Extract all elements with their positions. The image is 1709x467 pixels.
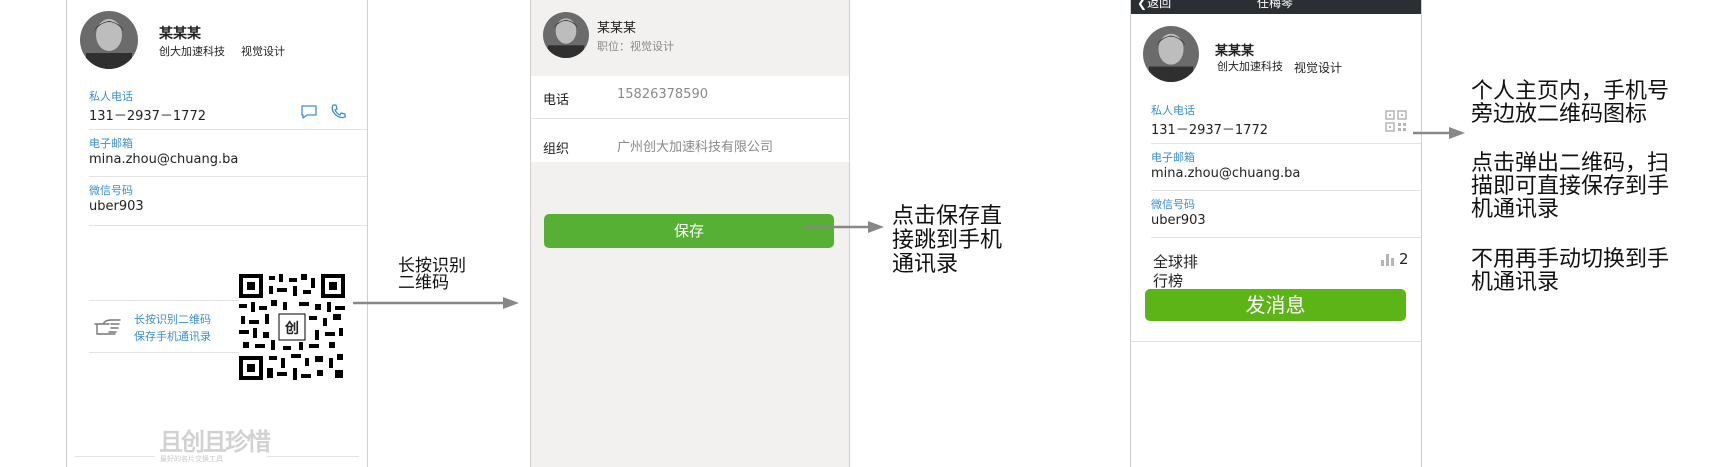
- flow-arrow: [1413, 125, 1465, 145]
- phone-label: 电话: [543, 93, 570, 108]
- position-text: 职位：视觉设计: [597, 40, 674, 53]
- avatar[interactable]: [80, 11, 138, 69]
- ranking-count: 2: [1399, 250, 1409, 268]
- annotation-3-p3-line1: 不用再手动切换到手: [1471, 247, 1670, 272]
- annotation-2-line3: 通讯录: [892, 252, 959, 277]
- divider: [1131, 341, 1421, 342]
- phone-value[interactable]: 131－2937－1772: [89, 105, 206, 124]
- annotation-2-line1: 点击保存直: [892, 204, 1003, 229]
- back-chevron-icon: ❮: [1137, 0, 1148, 10]
- phone-value[interactable]: 15826378590: [617, 87, 708, 102]
- wechat-label: 微信号码: [1151, 198, 1195, 211]
- email-value[interactable]: mina.zhou@chuang.ba: [89, 152, 238, 167]
- ranking-row[interactable]: 全球排 行榜 2: [1131, 240, 1421, 290]
- screen-2-save-contact: 某某某 职位：视觉设计 电话 15826378590 组织 广州创大加速科技有限…: [530, 0, 850, 467]
- divider: [1151, 237, 1421, 238]
- watermark-logo: 且创且珍惜: [159, 428, 271, 456]
- divider: [89, 352, 259, 353]
- divider: [267, 456, 359, 457]
- name-text: 某某某: [597, 21, 637, 36]
- name-text: 某某某: [1215, 44, 1255, 59]
- wechat-value[interactable]: uber903: [1151, 213, 1206, 228]
- avatar[interactable]: [1143, 26, 1199, 82]
- email-label: 电子邮箱: [89, 137, 133, 150]
- org-value[interactable]: 广州创大加速科技有限公司: [617, 136, 773, 155]
- avatar: [543, 12, 589, 58]
- annotation-3-p2-line1: 点击弹出二维码，扫: [1471, 151, 1670, 176]
- wechat-value[interactable]: uber903: [89, 199, 144, 214]
- save-button-label: 保存: [673, 222, 704, 240]
- divider: [89, 129, 367, 130]
- qr-code[interactable]: 创: [239, 274, 345, 380]
- bar-chart-icon: [1381, 251, 1395, 270]
- qr-logo: 创: [285, 321, 299, 337]
- phone-label: 私人电话: [1151, 104, 1195, 117]
- annotation-3-p2-line2: 描即可直接保存到手: [1471, 174, 1670, 199]
- divider: [1151, 190, 1421, 191]
- ranking-label-line2: 行榜: [1153, 272, 1184, 290]
- phone-value[interactable]: 131－2937－1772: [1151, 119, 1268, 138]
- company-text: 创大加速科技: [1217, 60, 1283, 73]
- annotation-3-p1-line2: 旁边放二维码图标: [1471, 102, 1648, 127]
- contact-fields-panel: 电话 15826378590 组织 广州创大加速科技有限公司: [531, 76, 849, 162]
- divider: [531, 118, 849, 119]
- wechat-label: 微信号码: [89, 184, 133, 197]
- hand-pointer-icon: [93, 314, 123, 342]
- back-button[interactable]: ❮返回: [1137, 0, 1171, 11]
- header-title: 任梅琴: [1257, 0, 1294, 10]
- divider: [89, 176, 367, 177]
- annotation-1-line2: 二维码: [398, 273, 449, 293]
- email-label: 电子邮箱: [1151, 151, 1195, 164]
- role-text: 视觉设计: [1294, 61, 1343, 75]
- top-nav-bar: ❮返回 任梅琴: [1131, 0, 1421, 14]
- watermark-subtitle: 最好的名片交换工具: [160, 455, 223, 463]
- ranking-label-line1: 全球排: [1153, 253, 1199, 271]
- annotation-3-p3-line2: 机通讯录: [1471, 270, 1560, 295]
- screen-3-profile-page: ❮返回 任梅琴 某某某 创大加速科技 视觉设计 私人电话 131－2937－17…: [1130, 0, 1422, 467]
- phone-label: 私人电话: [89, 90, 133, 103]
- send-message-button[interactable]: 发消息: [1145, 289, 1406, 321]
- screen-1-card-page: 某某某 创大加速科技 视觉设计 私人电话 131－2937－1772 电子邮箱 …: [66, 0, 368, 467]
- divider: [75, 456, 155, 457]
- qr-hint-line1: 长按识别二维码: [134, 313, 211, 326]
- name-text: 某某某: [159, 26, 201, 42]
- send-message-label: 发消息: [1245, 293, 1306, 317]
- email-value[interactable]: mina.zhou@chuang.ba: [1151, 166, 1300, 181]
- back-label: 返回: [1147, 0, 1172, 10]
- divider: [89, 225, 367, 226]
- qr-code-icon[interactable]: [1385, 110, 1407, 136]
- phone-call-icon[interactable]: [329, 103, 347, 125]
- annotation-3-p2-line3: 机通讯录: [1471, 197, 1560, 222]
- annotation-2-line2: 接跳到手机: [892, 228, 1003, 253]
- flow-arrow: [804, 219, 884, 239]
- qr-hint-line2: 保存手机通讯录: [134, 330, 211, 343]
- flow-arrow: [353, 295, 521, 315]
- org-label: 组织: [543, 142, 570, 157]
- role-text: 视觉设计: [241, 45, 285, 58]
- annotation-3-p1-line1: 个人主页内，手机号: [1471, 79, 1670, 104]
- divider: [89, 300, 259, 301]
- message-icon[interactable]: [300, 104, 318, 124]
- company-text: 创大加速科技: [159, 45, 225, 58]
- divider: [1151, 143, 1421, 144]
- save-button[interactable]: 保存: [544, 214, 834, 248]
